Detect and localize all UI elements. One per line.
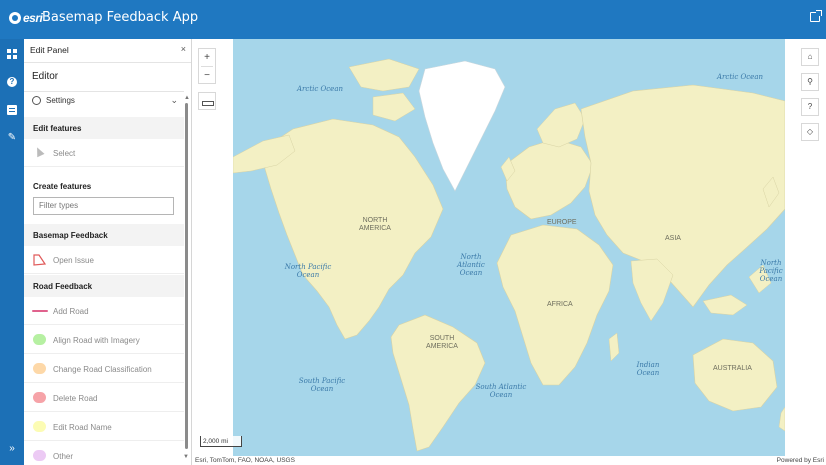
- fill-symbol-icon: [33, 450, 46, 461]
- template-add-road[interactable]: Add Road: [24, 297, 184, 325]
- zoom-out-button[interactable]: −: [199, 67, 215, 84]
- template-label: Open Issue: [53, 256, 94, 265]
- zoom-in-button[interactable]: +: [199, 49, 215, 66]
- settings-toggle[interactable]: Settings ⌄: [24, 92, 184, 112]
- template-label: Delete Road: [53, 394, 98, 403]
- panel-scrollbar[interactable]: [185, 103, 188, 449]
- powered-by-text[interactable]: Powered by Esri: [777, 457, 824, 464]
- template-label: Edit Road Name: [53, 423, 112, 432]
- cursor-icon: [33, 145, 45, 158]
- edit-panel: Edit Panel × Editor Settings ⌄ Edit feat…: [24, 39, 192, 465]
- map-label: AUSTRALIA: [713, 365, 752, 372]
- fill-symbol-icon: [33, 392, 46, 403]
- section-heading-text: Create features: [33, 182, 92, 191]
- template-open-issue[interactable]: Open Issue: [24, 246, 184, 274]
- filter-types-input[interactable]: Filter types: [33, 197, 174, 215]
- edit-features-heading: Edit features: [24, 117, 184, 139]
- scroll-down-icon[interactable]: ▼: [183, 454, 189, 460]
- template-change-classification[interactable]: Change Road Classification: [24, 355, 184, 383]
- settings-label: Settings: [46, 96, 75, 105]
- map-label: ASIA: [665, 235, 681, 242]
- scroll-up-icon[interactable]: ▲: [184, 95, 190, 101]
- map-label: North Pacific Ocean: [759, 259, 783, 283]
- scale-bar: 2,000 mi: [200, 436, 242, 447]
- world-map[interactable]: Arctic Ocean Arctic Ocean North Atlantic…: [233, 39, 785, 456]
- panel-title: Edit Panel: [30, 45, 69, 55]
- template-other[interactable]: Other: [24, 442, 184, 465]
- template-label: Add Road: [53, 307, 89, 316]
- group-heading-text: Road Feedback: [33, 282, 93, 291]
- attribution-text: Esri, TomTom, FAO, NOAA, USGS: [195, 457, 295, 464]
- left-action-bar: ? ✎ »: [0, 39, 24, 465]
- locate-icon[interactable]: ◇: [801, 123, 819, 141]
- open-external-icon[interactable]: [810, 10, 822, 22]
- group-heading-basemap: Basemap Feedback: [24, 224, 184, 246]
- group-heading-road: Road Feedback: [24, 275, 184, 297]
- chevron-down-icon: ⌄: [170, 95, 178, 105]
- map-label: North Atlantic Ocean: [457, 253, 485, 277]
- fill-symbol-icon: [33, 334, 46, 345]
- app-title: Basemap Feedback App: [42, 10, 199, 25]
- layers-grid-icon[interactable]: [7, 49, 17, 59]
- template-label: Other: [53, 452, 74, 461]
- group-heading-text: Basemap Feedback: [33, 231, 108, 240]
- template-align-road[interactable]: Align Road with Imagery: [24, 326, 184, 354]
- map-label: South Pacific Ocean: [298, 377, 346, 393]
- create-features-heading: Create features: [24, 175, 184, 197]
- map-label: South Atlantic Ocean: [475, 383, 527, 399]
- section-heading-text: Edit features: [33, 124, 82, 133]
- legend-icon[interactable]: [7, 105, 17, 115]
- map-label: NORTH AMERICA: [359, 217, 391, 232]
- map-label: Indian Ocean: [636, 361, 660, 377]
- line-symbol-icon: [32, 310, 48, 312]
- fill-symbol-icon: [33, 363, 46, 374]
- gear-icon: [32, 96, 41, 105]
- template-delete-road[interactable]: Delete Road: [24, 384, 184, 412]
- map-label: EUROPE: [547, 219, 577, 226]
- attribution-bar: Esri, TomTom, FAO, NOAA, USGS Powered by…: [192, 456, 826, 465]
- help-icon[interactable]: ?: [801, 98, 819, 116]
- close-icon[interactable]: ×: [181, 44, 186, 54]
- help-icon[interactable]: ?: [7, 77, 17, 87]
- search-icon[interactable]: ⚲: [801, 73, 819, 91]
- map-label: North Pacific Ocean: [284, 263, 332, 279]
- editor-heading: Editor: [32, 71, 59, 82]
- map-label: Arctic Ocean: [297, 85, 344, 93]
- app-root: esri Basemap Feedback App ? ✎ » Edit Pan…: [0, 0, 826, 465]
- panel-header: Edit Panel ×: [24, 39, 191, 63]
- select-label: Select: [53, 149, 76, 158]
- map-view: Arctic Ocean Arctic Ocean North Atlantic…: [192, 39, 826, 465]
- esri-logo: esri: [9, 11, 43, 25]
- template-edit-road-name[interactable]: Edit Road Name: [24, 413, 184, 441]
- map-label: AFRICA: [547, 301, 573, 308]
- map-label: SOUTH AMERICA: [426, 335, 458, 350]
- template-label: Change Road Classification: [53, 365, 152, 374]
- globe-icon: [9, 12, 21, 24]
- brand-text: esri: [23, 11, 43, 25]
- template-label: Align Road with Imagery: [53, 336, 140, 345]
- polygon-outline-icon: [33, 254, 46, 266]
- select-tool[interactable]: Select: [24, 139, 184, 167]
- expand-chevrons-icon[interactable]: »: [7, 444, 17, 454]
- fill-symbol-icon: [33, 421, 46, 432]
- map-label: Arctic Ocean: [717, 73, 764, 81]
- measure-icon[interactable]: [198, 92, 216, 110]
- zoom-control: + −: [198, 48, 216, 84]
- edit-pencil-icon[interactable]: ✎: [7, 133, 17, 143]
- home-icon[interactable]: ⌂: [801, 48, 819, 66]
- app-header: esri Basemap Feedback App: [0, 0, 826, 39]
